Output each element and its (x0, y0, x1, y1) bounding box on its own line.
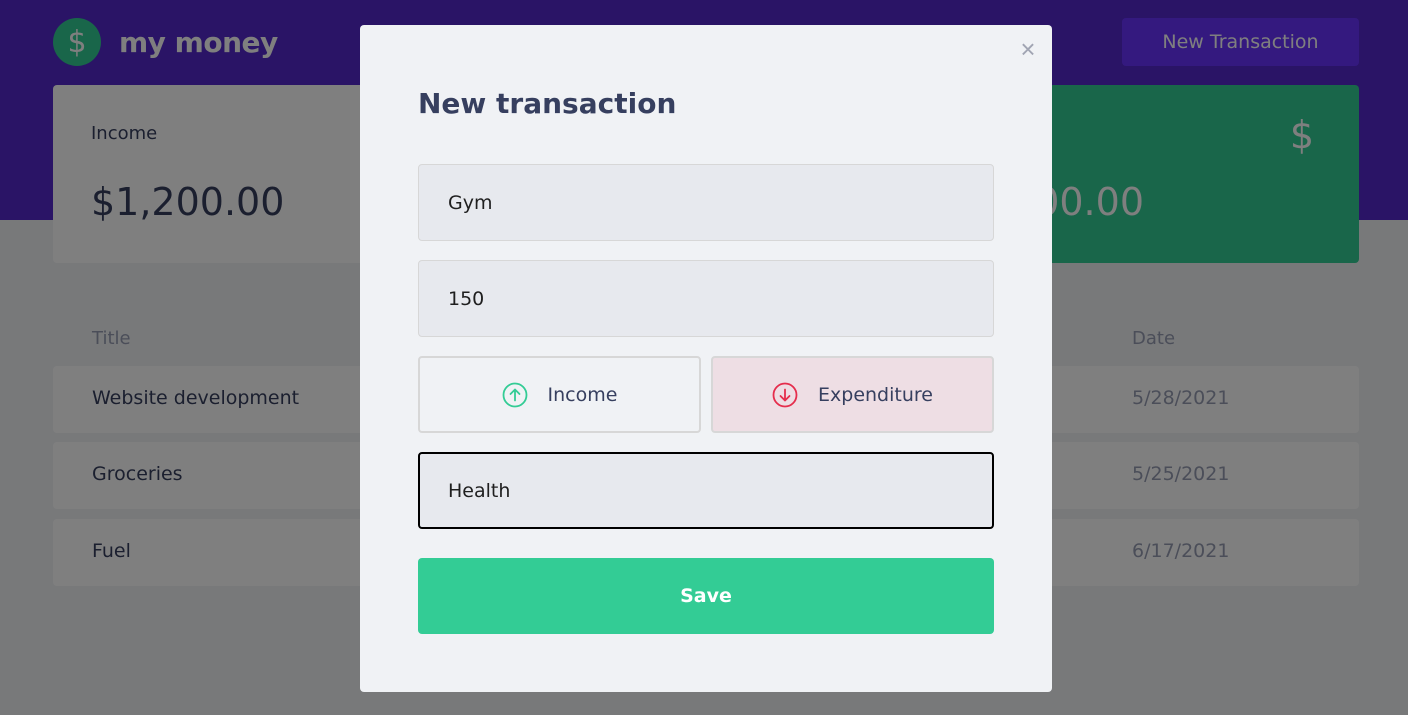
new-transaction-modal: × New transaction Gym 150 Income Expendi… (360, 25, 1052, 692)
income-type-label: Income (547, 383, 618, 406)
close-icon[interactable]: × (1016, 36, 1040, 62)
arrow-up-circle-icon (502, 382, 527, 407)
expenditure-type-label: Expenditure (818, 383, 933, 406)
category-input[interactable]: Health (418, 452, 994, 529)
amount-input[interactable]: 150 (418, 260, 994, 337)
income-type-button[interactable]: Income (418, 356, 701, 433)
save-button[interactable]: Save (418, 558, 994, 634)
modal-title: New transaction (418, 87, 677, 120)
expenditure-type-button[interactable]: Expenditure (711, 356, 994, 433)
title-input[interactable]: Gym (418, 164, 994, 241)
arrow-down-circle-icon (772, 382, 798, 407)
